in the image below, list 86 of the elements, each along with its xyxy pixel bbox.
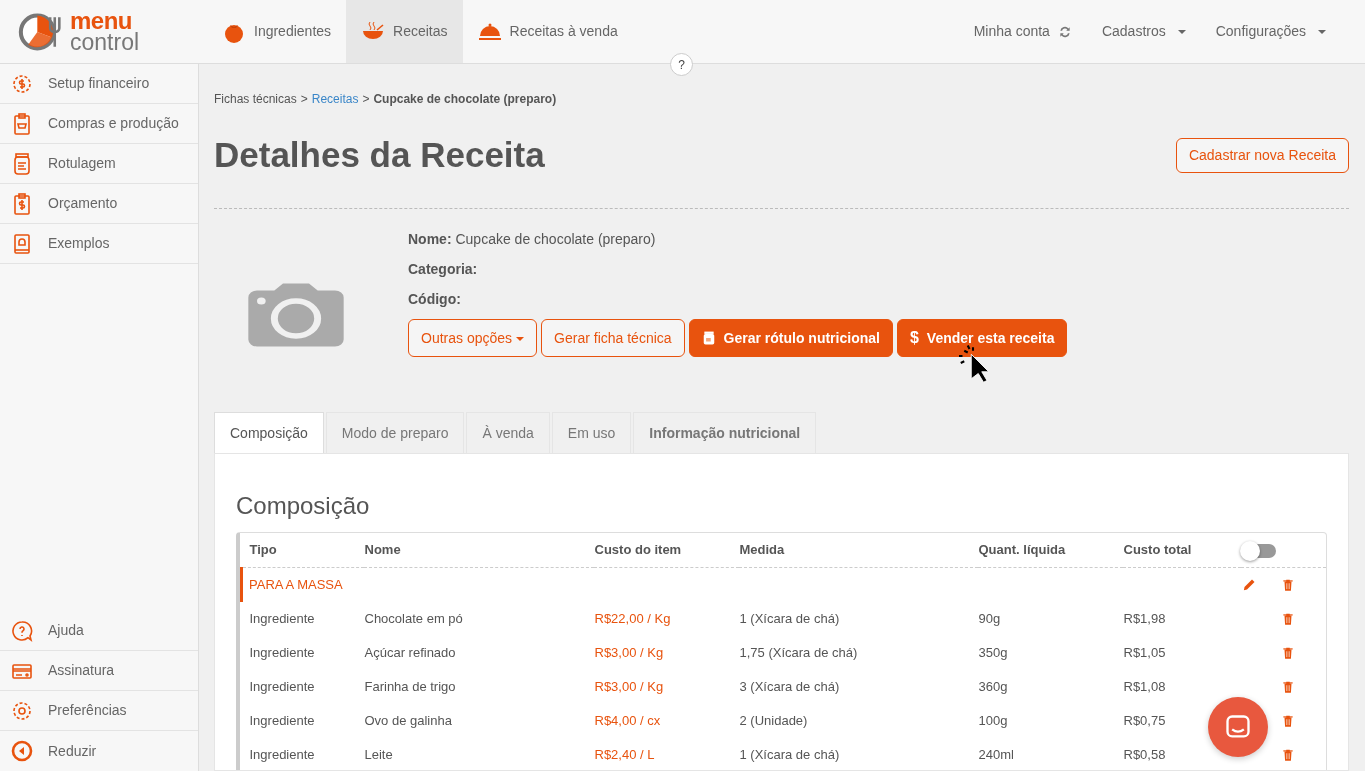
menu-link[interactable]: Minha conta [958,21,1087,42]
table-cell: R$0,75 [1123,712,1166,728]
chat-icon [1224,713,1252,741]
detail-text: Nome: Cupcake de chocolate (preparo) [408,230,657,249]
table-cell: 240ml [978,746,1014,762]
edit-button[interactable] [1241,577,1257,592]
sidebar-item[interactable]: Assinatura [0,651,198,691]
breadcrumb-item: Cupcake de chocolate (preparo) [373,91,557,108]
collapse-icon [10,739,34,763]
table-cell: Ovo de galinha [364,712,452,728]
new-recipe-button[interactable]: Cadastrar nova Receita [1175,137,1349,173]
nav-tab[interactable]: Receitas [346,0,463,63]
nav-tab[interactable]: Ingredientes [207,0,347,63]
refresh-icon [1057,24,1072,39]
action-button[interactable]: Gerar ficha técnica [541,319,685,357]
toggle-switch[interactable] [1241,543,1276,558]
breadcrumb-link[interactable]: Receitas [311,90,359,108]
sidebar-item[interactable]: Reduzir [0,731,198,771]
table-cell: 1 (Xícara de chá) [739,610,840,626]
column-header: Medida [738,533,978,567]
table-cell: R$1,98 [1123,610,1166,626]
action-button[interactable]: Gerar rótulo nutricional [688,319,893,357]
table-cell: Açúcar refinado [364,644,456,660]
breadcrumb-separator: > [362,91,370,108]
table-cell: 1,75 (Xícara de chá) [739,644,858,660]
dollar-icon: $ [909,326,919,350]
table-cell: R$1,08 [1123,678,1166,694]
jar-icon [701,330,716,346]
pencil-icon [1241,577,1257,592]
table-cell: Leite [364,746,393,762]
breadcrumb-item: Fichas técnicas [214,91,297,108]
table-cell: Ingrediente [249,644,315,660]
sidebar-item[interactable]: Exemplos [0,224,198,264]
column-header: Custo do item [593,533,739,567]
table-cell: 360g [978,678,1008,694]
table-cell: R$1,05 [1123,644,1166,660]
detail-text: Código: [408,290,462,309]
column-header: Quant. líquida [977,533,1123,567]
table-cell: R$3,00 / Kg [594,678,664,694]
caret-icon [1318,29,1326,34]
table-cell: 2 (Unidade) [739,712,808,728]
logo-text: control [70,30,140,53]
tab[interactable]: Informação nutricional [633,412,817,454]
tab[interactable]: Em uso [551,412,632,454]
table-cell: Ingrediente [249,712,315,728]
tab[interactable]: Modo de preparo [325,412,465,454]
sidebar-item[interactable]: Orçamento [0,184,198,224]
sidebar-item[interactable]: Setup financeiro [0,64,198,104]
table-cell: 3 (Xícara de chá) [739,678,840,694]
table-cell: 100g [978,712,1008,728]
sidebar-item[interactable]: Preferências [0,691,198,731]
table-cell: Chocolate em pó [364,610,463,626]
table-cell: Ingrediente [249,610,315,626]
menu-link[interactable]: Configurações [1200,21,1341,42]
sidebar-item[interactable]: Ajuda [0,611,198,651]
table-cell: 90g [978,610,1001,626]
help-icon [10,618,34,643]
nav-tab[interactable]: Receitas à venda [462,0,633,63]
tab[interactable]: Composição [214,412,324,454]
detail-text: Categoria: [408,260,479,279]
sidebar-item[interactable]: Rotulagem [0,144,198,184]
sidebar-item[interactable]: Compras e produção [0,104,198,144]
menu-link[interactable]: Cadastros [1086,21,1201,42]
column-header: Custo total [1122,533,1241,567]
tab[interactable]: À venda [466,412,550,454]
table-cell: Farinha de trigo [364,678,456,694]
table-cell: 350g [978,644,1008,660]
table-cell: R$22,00 / Kg [594,610,671,626]
column-header: Nome [363,533,594,567]
logo-text: menu [70,10,132,31]
group-label: PARA A MASSA [241,567,1123,602]
table-cell: R$4,00 / cx [594,712,661,728]
table-cell: 1 (Xícara de chá) [739,746,840,762]
caret-icon [516,336,525,341]
caret-icon [1177,29,1186,34]
table-cell: Ingrediente [249,746,315,762]
column-header: Tipo [241,533,364,567]
breadcrumb-separator: > [300,91,308,108]
page-title: Detalhes da Receita [214,134,545,176]
table-cell: R$3,00 / Kg [594,644,664,660]
table-cell: R$2,40 / L [594,746,655,762]
section-title: Composição [236,491,371,521]
action-button[interactable]: Outras opções [408,319,538,357]
action-button[interactable]: $ Vender esta receita [896,319,1068,357]
table-cell: R$0,58 [1123,746,1166,762]
table-cell: Ingrediente [249,678,315,694]
